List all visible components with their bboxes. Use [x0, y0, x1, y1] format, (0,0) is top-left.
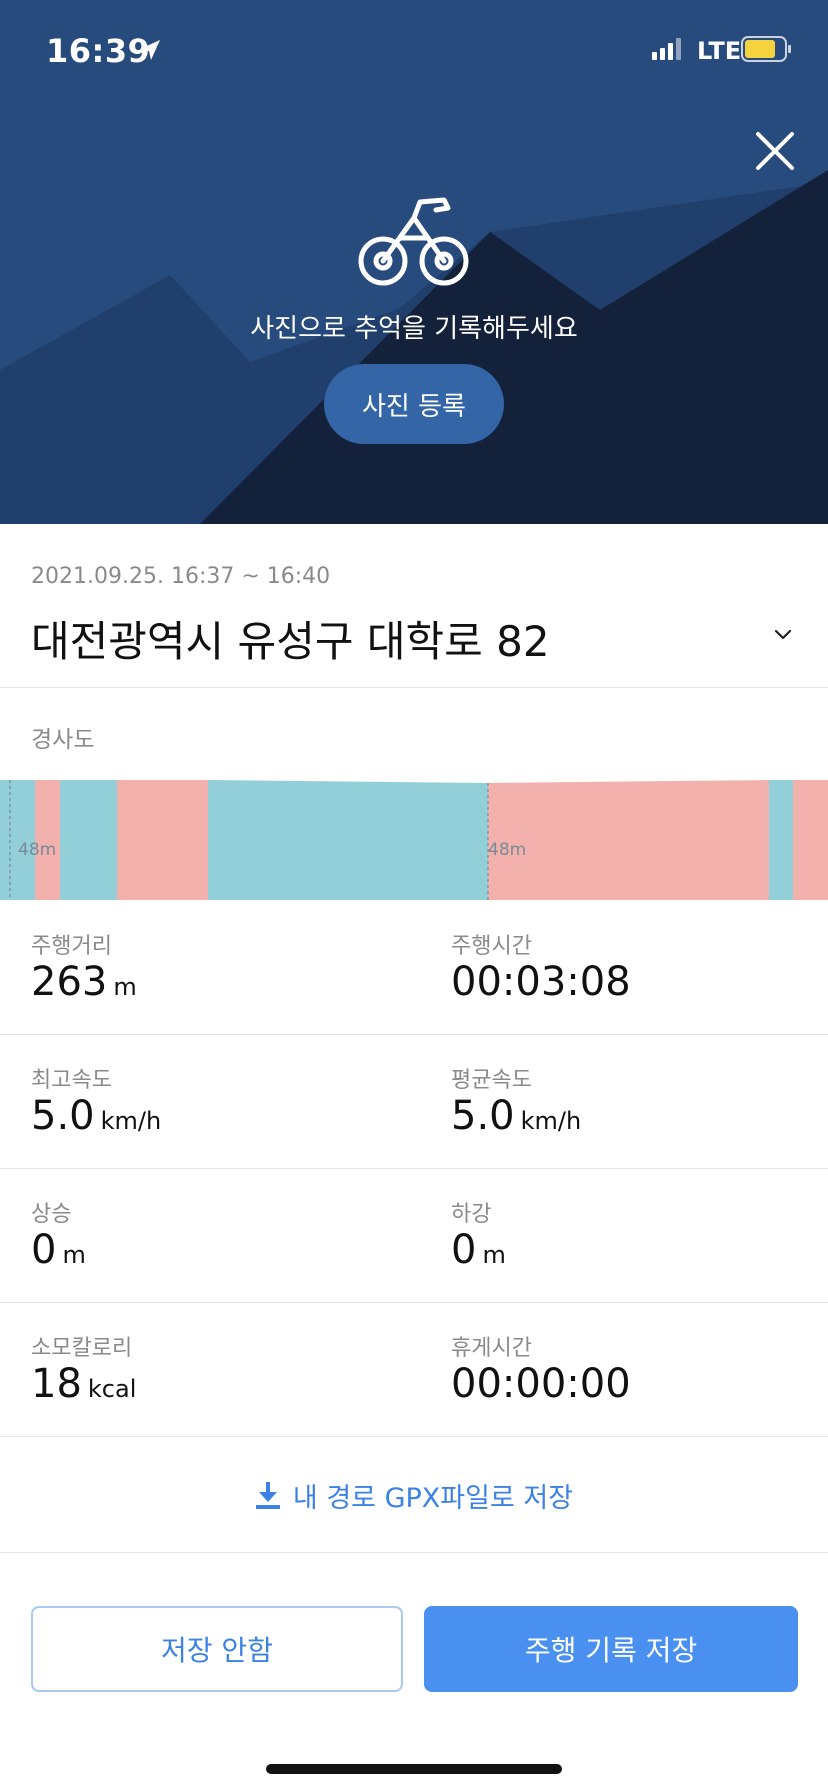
ride-datetime: 2021.09.25. 16:37 ~ 16:40 — [31, 564, 331, 589]
signal-bars-icon — [652, 38, 681, 60]
stat-label: 휴게시간 — [451, 1336, 532, 1361]
stat-value: 0 — [31, 1227, 57, 1273]
location-arrow-icon — [140, 40, 160, 60]
discard-button[interactable]: 저장 안함 — [31, 1606, 403, 1692]
stat-value: 18 — [31, 1361, 82, 1407]
battery-icon — [741, 36, 791, 62]
save-ride-button[interactable]: 주행 기록 저장 — [424, 1606, 798, 1692]
divider — [0, 1168, 828, 1169]
slope-chart: 48m 48m — [0, 780, 828, 900]
slope-segment-downhill — [208, 780, 488, 900]
slope-segment-uphill — [488, 780, 769, 900]
slope-label: 경사도 — [31, 727, 95, 753]
stat-avg-speed: 평균속도 5.0 km/h — [451, 1062, 581, 1138]
divider — [0, 1302, 828, 1303]
chevron-down-icon[interactable] — [772, 624, 794, 646]
slope-segment-downhill — [60, 780, 117, 900]
divider — [0, 1436, 828, 1437]
stat-label: 최고속도 — [31, 1068, 112, 1093]
save-gpx-label: 내 경로 GPX파일로 저장 — [292, 1482, 574, 1514]
home-indicator — [266, 1764, 562, 1774]
network-type: LTE — [697, 37, 742, 65]
divider — [0, 1552, 828, 1553]
add-photo-button[interactable]: 사진 등록 — [324, 364, 504, 444]
stat-rest-time: 휴게시간 00:00:00 — [451, 1330, 631, 1406]
slope-marker-label: 48m — [488, 840, 526, 860]
stat-value: 00:03:08 — [451, 959, 631, 1005]
stat-value: 5.0 — [451, 1093, 515, 1139]
stat-label: 평균속도 — [451, 1068, 532, 1093]
hero-banner: 16:39 LTE 사진으로 추억을 기록해두세요 사진 등록 — [0, 0, 828, 524]
stat-label: 주행거리 — [31, 934, 112, 959]
stat-descent: 하강 0m — [451, 1196, 506, 1272]
slope-segment-uphill — [117, 780, 208, 900]
hero-message: 사진으로 추억을 기록해두세요 — [250, 314, 578, 344]
download-icon — [255, 1482, 280, 1509]
bicycle-icon — [358, 197, 469, 286]
divider — [0, 687, 828, 688]
stat-unit: kcal — [87, 1375, 137, 1403]
save-gpx-link[interactable]: 내 경로 GPX파일로 저장 — [0, 1470, 828, 1520]
status-time: 16:39 — [46, 32, 151, 70]
stat-value: 0 — [451, 1227, 477, 1273]
stat-value: 00:00:00 — [451, 1361, 631, 1407]
stat-unit: m — [113, 973, 137, 1001]
stat-calories: 소모칼로리 18 kcal — [31, 1330, 136, 1406]
slope-segment-uphill — [793, 780, 828, 900]
slope-marker-label: 48m — [18, 840, 56, 860]
ride-address: 대전광역시 유성구 대학로 82 — [31, 617, 550, 666]
stat-ride-time: 주행시간 00:03:08 — [451, 928, 631, 1004]
stat-value: 5.0 — [31, 1093, 95, 1139]
stat-distance: 주행거리 263 m — [31, 928, 137, 1004]
stat-max-speed: 최고속도 5.0 km/h — [31, 1062, 161, 1138]
stat-unit: km/h — [520, 1107, 582, 1135]
status-bar: 16:39 LTE — [0, 0, 828, 100]
close-icon[interactable] — [752, 128, 798, 174]
stat-label: 소모칼로리 — [31, 1336, 133, 1361]
stat-unit: m — [62, 1241, 86, 1269]
stat-label: 하강 — [451, 1202, 492, 1227]
stat-value: 263 — [31, 959, 108, 1005]
stat-label: 상승 — [31, 1202, 72, 1227]
stat-unit: m — [482, 1241, 506, 1269]
slope-segment-downhill — [769, 780, 793, 900]
divider — [0, 1034, 828, 1035]
stat-ascent: 상승 0m — [31, 1196, 86, 1272]
stat-label: 주행시간 — [451, 934, 532, 959]
stat-unit: km/h — [100, 1107, 162, 1135]
